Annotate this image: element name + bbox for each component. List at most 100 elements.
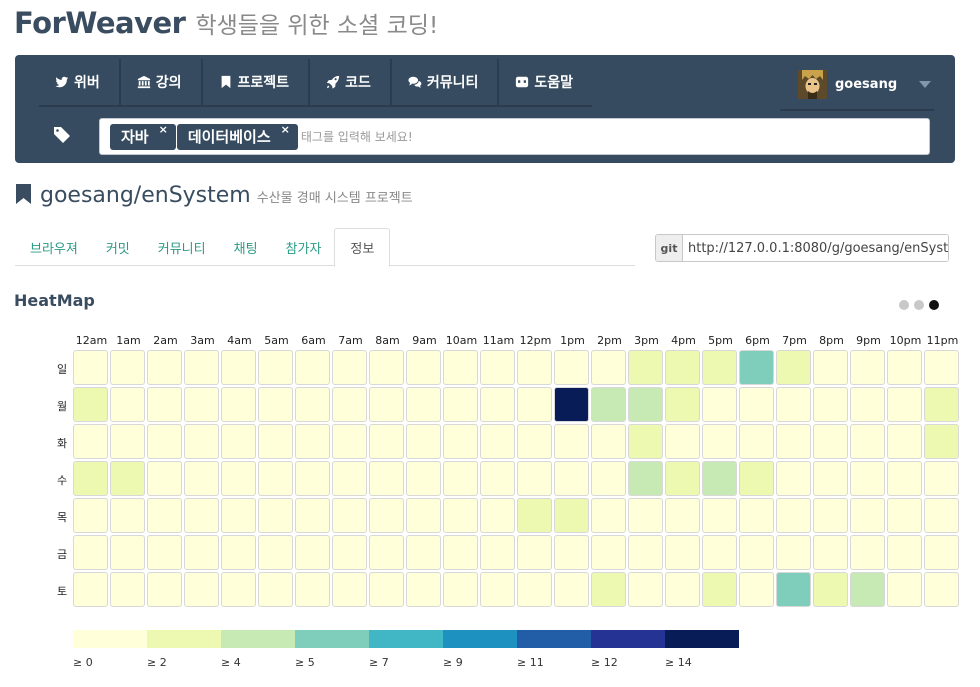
heatmap-cell[interactable] bbox=[184, 535, 219, 570]
carousel-dot-active[interactable] bbox=[929, 300, 939, 310]
heatmap-cell[interactable] bbox=[554, 535, 589, 570]
heatmap-cell[interactable] bbox=[702, 498, 737, 533]
heatmap-cell[interactable] bbox=[776, 461, 811, 496]
heatmap-cell[interactable] bbox=[591, 535, 626, 570]
tab-community[interactable]: 커뮤니티 bbox=[143, 228, 221, 266]
heatmap-cell[interactable] bbox=[480, 387, 515, 422]
nav-item-project[interactable]: 프로젝트 bbox=[203, 59, 311, 105]
heatmap-cell[interactable] bbox=[443, 424, 478, 459]
heatmap-cell[interactable] bbox=[813, 535, 848, 570]
heatmap-cell[interactable] bbox=[924, 498, 959, 533]
heatmap-cell[interactable] bbox=[258, 535, 293, 570]
heatmap-cell[interactable] bbox=[554, 387, 589, 422]
heatmap-cell[interactable] bbox=[554, 424, 589, 459]
heatmap-cell[interactable] bbox=[406, 387, 441, 422]
heatmap-cell[interactable] bbox=[887, 535, 922, 570]
heatmap-cell[interactable] bbox=[406, 572, 441, 607]
heatmap-cell[interactable] bbox=[295, 498, 330, 533]
heatmap-cell[interactable] bbox=[443, 498, 478, 533]
heatmap-cell[interactable] bbox=[369, 350, 404, 385]
heatmap-cell[interactable] bbox=[702, 424, 737, 459]
heatmap-cell[interactable] bbox=[850, 424, 885, 459]
heatmap-cell[interactable] bbox=[258, 572, 293, 607]
heatmap-cell[interactable] bbox=[813, 498, 848, 533]
heatmap-cell[interactable] bbox=[443, 461, 478, 496]
heatmap-cell[interactable] bbox=[776, 498, 811, 533]
heatmap-cell[interactable] bbox=[776, 535, 811, 570]
heatmap-cell[interactable] bbox=[443, 350, 478, 385]
heatmap-cell[interactable] bbox=[739, 535, 774, 570]
heatmap-cell[interactable] bbox=[110, 350, 145, 385]
heatmap-cell[interactable] bbox=[591, 461, 626, 496]
heatmap-cell[interactable] bbox=[776, 350, 811, 385]
heatmap-cell[interactable] bbox=[739, 461, 774, 496]
heatmap-cell[interactable] bbox=[184, 424, 219, 459]
heatmap-cell[interactable] bbox=[480, 572, 515, 607]
heatmap-cell[interactable] bbox=[110, 424, 145, 459]
heatmap-cell[interactable] bbox=[591, 572, 626, 607]
heatmap-cell[interactable] bbox=[702, 461, 737, 496]
avatar[interactable] bbox=[798, 69, 827, 99]
heatmap-cell[interactable] bbox=[850, 387, 885, 422]
heatmap-cell[interactable] bbox=[813, 424, 848, 459]
heatmap-cell[interactable] bbox=[554, 350, 589, 385]
heatmap-cell[interactable] bbox=[369, 461, 404, 496]
tag-input[interactable] bbox=[298, 123, 599, 150]
git-url-field[interactable] bbox=[683, 235, 948, 261]
heatmap-cell[interactable] bbox=[665, 350, 700, 385]
heatmap-cell[interactable] bbox=[887, 498, 922, 533]
brand-logo-text[interactable]: ForWeaver bbox=[14, 6, 186, 40]
heatmap-cell[interactable] bbox=[110, 498, 145, 533]
heatmap-cell[interactable] bbox=[591, 424, 626, 459]
heatmap-cell[interactable] bbox=[887, 387, 922, 422]
heatmap-cell[interactable] bbox=[258, 387, 293, 422]
carousel-dot[interactable] bbox=[899, 300, 909, 310]
heatmap-cell[interactable] bbox=[702, 535, 737, 570]
heatmap-cell[interactable] bbox=[813, 387, 848, 422]
heatmap-cell[interactable] bbox=[554, 461, 589, 496]
heatmap-cell[interactable] bbox=[850, 498, 885, 533]
heatmap-cell[interactable] bbox=[702, 350, 737, 385]
heatmap-cell[interactable] bbox=[369, 387, 404, 422]
remove-tag-icon[interactable]: × bbox=[281, 123, 290, 136]
heatmap-cell[interactable] bbox=[517, 535, 552, 570]
heatmap-cell[interactable] bbox=[295, 461, 330, 496]
heatmap-cell[interactable] bbox=[332, 387, 367, 422]
heatmap-cell[interactable] bbox=[665, 424, 700, 459]
heatmap-cell[interactable] bbox=[258, 498, 293, 533]
heatmap-cell[interactable] bbox=[184, 572, 219, 607]
nav-item-help[interactable]: 도움말 bbox=[499, 59, 592, 105]
heatmap-cell[interactable] bbox=[147, 461, 182, 496]
remove-tag-icon[interactable]: × bbox=[159, 123, 168, 136]
heatmap-cell[interactable] bbox=[221, 535, 256, 570]
heatmap-cell[interactable] bbox=[665, 461, 700, 496]
heatmap-cell[interactable] bbox=[73, 498, 108, 533]
heatmap-cell[interactable] bbox=[480, 350, 515, 385]
heatmap-cell[interactable] bbox=[924, 350, 959, 385]
heatmap-cell[interactable] bbox=[147, 350, 182, 385]
heatmap-cell[interactable] bbox=[332, 424, 367, 459]
heatmap-cell[interactable] bbox=[258, 424, 293, 459]
heatmap-cell[interactable] bbox=[739, 350, 774, 385]
heatmap-cell[interactable] bbox=[369, 572, 404, 607]
heatmap-cell[interactable] bbox=[406, 535, 441, 570]
heatmap-cell[interactable] bbox=[665, 498, 700, 533]
heatmap-cell[interactable] bbox=[887, 350, 922, 385]
heatmap-cell[interactable] bbox=[73, 572, 108, 607]
heatmap-cell[interactable] bbox=[221, 350, 256, 385]
heatmap-cell[interactable] bbox=[517, 350, 552, 385]
heatmap-cell[interactable] bbox=[221, 387, 256, 422]
heatmap-cell[interactable] bbox=[850, 350, 885, 385]
heatmap-cell[interactable] bbox=[776, 387, 811, 422]
heatmap-cell[interactable] bbox=[591, 498, 626, 533]
heatmap-cell[interactable] bbox=[295, 572, 330, 607]
project-name[interactable]: goesang/enSystem bbox=[40, 183, 251, 208]
heatmap-cell[interactable] bbox=[776, 424, 811, 459]
heatmap-cell[interactable] bbox=[813, 572, 848, 607]
heatmap-cell[interactable] bbox=[110, 387, 145, 422]
heatmap-cell[interactable] bbox=[850, 535, 885, 570]
heatmap-cell[interactable] bbox=[628, 535, 663, 570]
heatmap-cell[interactable] bbox=[924, 424, 959, 459]
heatmap-cell[interactable] bbox=[591, 350, 626, 385]
heatmap-cell[interactable] bbox=[221, 461, 256, 496]
